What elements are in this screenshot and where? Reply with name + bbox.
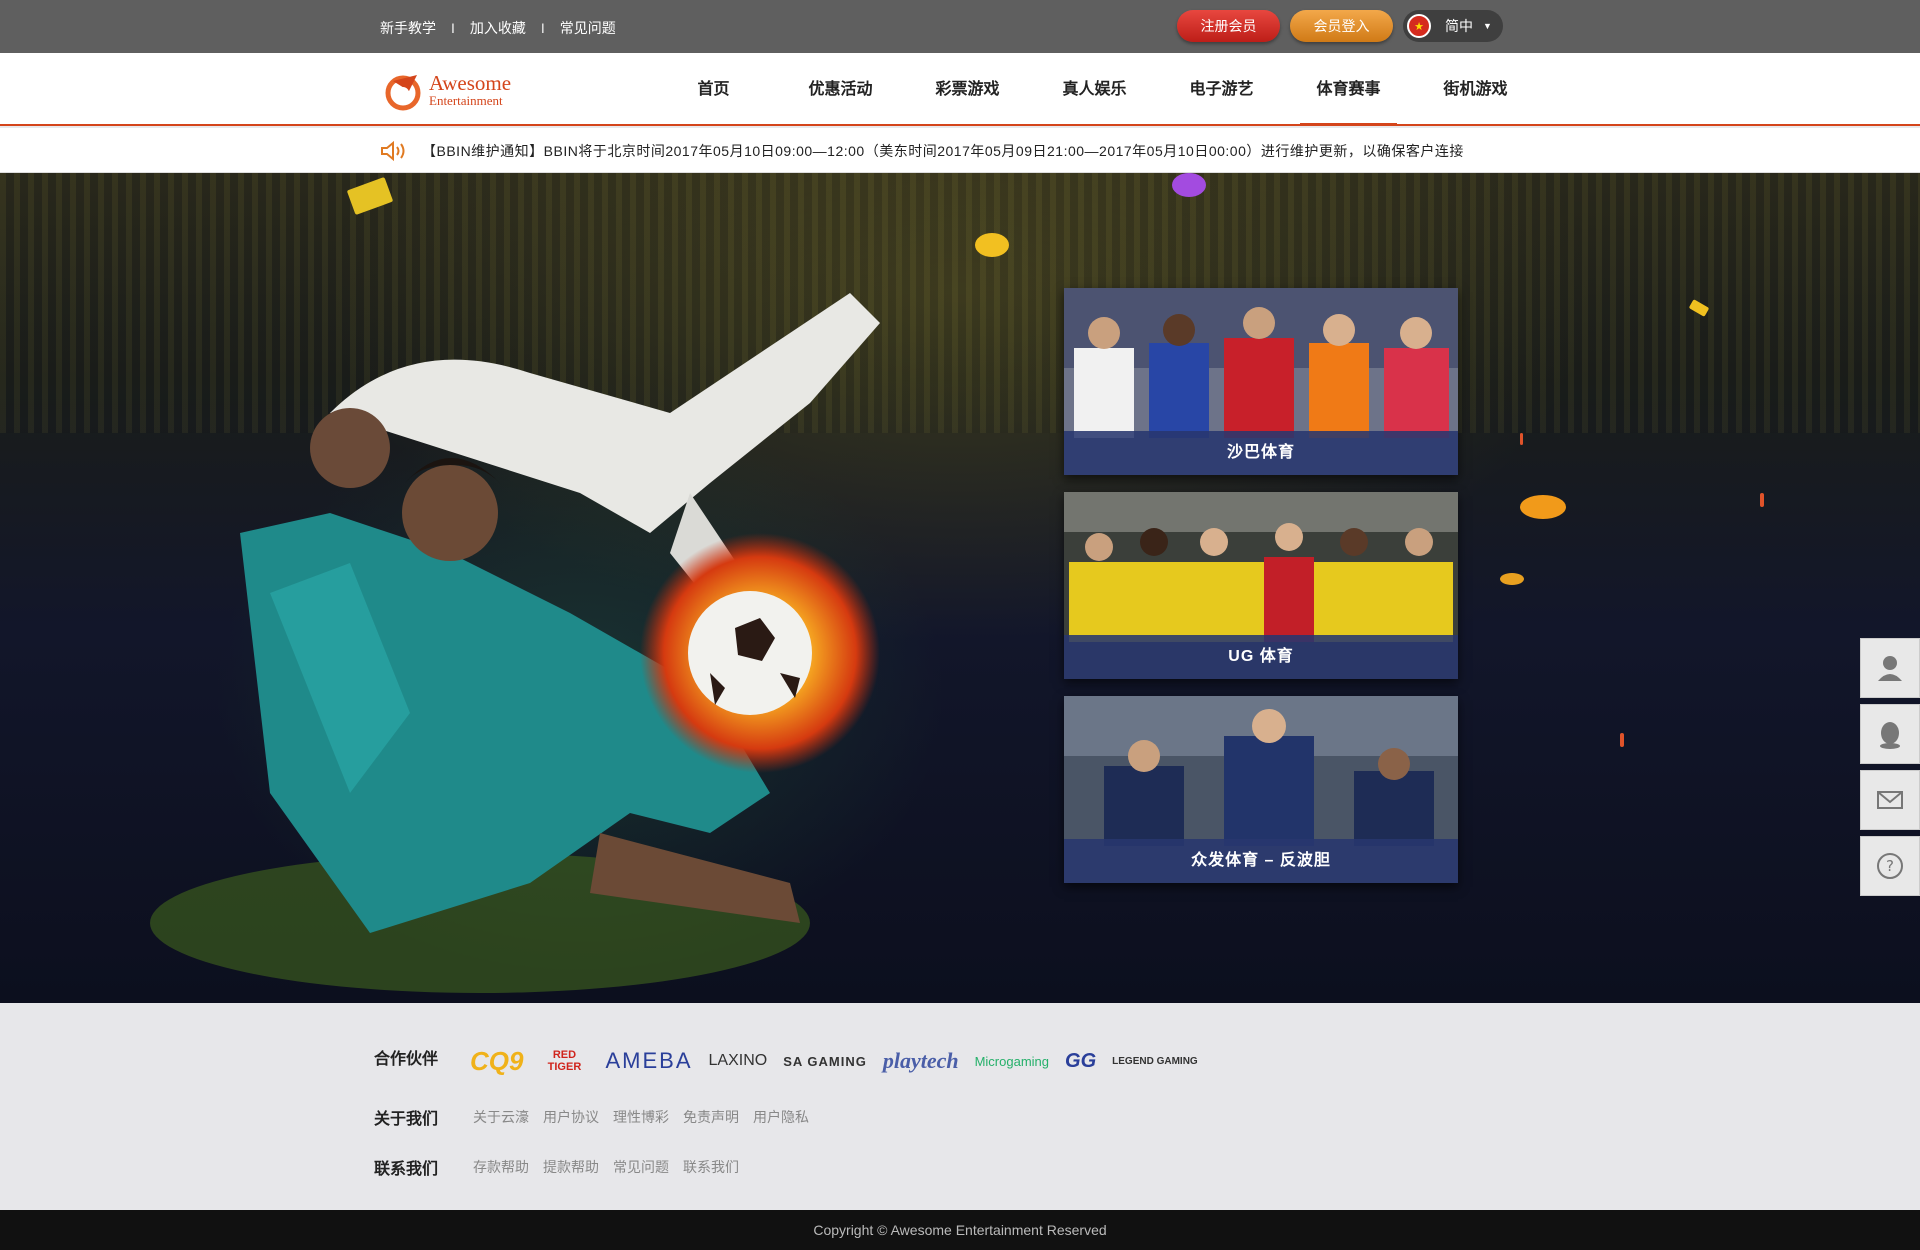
contact-links: 存款帮助 提款帮助 常见问题 联系我们 (473, 1157, 753, 1177)
logo-text-line2: Entertainment (429, 93, 503, 108)
provider-card-label: 沙巴体育 (1064, 431, 1458, 475)
svg-text:?: ? (1886, 857, 1894, 875)
partner-logo-microgaming[interactable]: Microgaming (975, 1054, 1049, 1069)
ember-decoration (1520, 433, 1523, 445)
footer-link-contact[interactable]: 联系我们 (683, 1157, 739, 1177)
soccer-players-illustration (150, 293, 880, 993)
footer-link-withdraw-help[interactable]: 提款帮助 (543, 1157, 599, 1177)
partner-logo-cq9[interactable]: CQ9 (470, 1046, 523, 1077)
about-links: 关于云濠 用户协议 理性博彩 免责声明 用户隐私 (473, 1107, 823, 1127)
footer-link-faq[interactable]: 常见问题 (613, 1157, 669, 1177)
provider-card-label: UG 体育 (1064, 635, 1458, 679)
provider-card-saba[interactable]: 沙巴体育 (1064, 288, 1458, 475)
partner-logo-playtech[interactable]: playtech (883, 1048, 959, 1074)
provider-card-ug[interactable]: UG 体育 (1064, 492, 1458, 679)
logo[interactable]: Awesome Entertainment (383, 69, 511, 111)
footer-link-responsible-gaming[interactable]: 理性博彩 (613, 1107, 669, 1127)
china-flag-icon: ★ (1407, 14, 1431, 38)
customer-service-button[interactable] (1860, 638, 1920, 698)
sports-provider-cards: 沙巴体育 UG 体育 众发体育 – 反波胆 (1064, 288, 1458, 900)
footer: 合作伙伴 CQ9 RED TIGER AMEBA LAXINO SA GAMIN… (0, 1003, 1920, 1210)
login-button[interactable]: 会员登入 (1290, 10, 1393, 42)
chevron-down-icon: ▼ (1483, 21, 1492, 31)
nav-item-promotions[interactable]: 优惠活动 (777, 53, 904, 126)
footer-link-privacy[interactable]: 用户隐私 (753, 1107, 809, 1127)
partners-label: 合作伙伴 (374, 1051, 439, 1068)
ember-decoration (1620, 733, 1624, 747)
top-link-separator: I (451, 20, 455, 36)
logo-icon (385, 75, 421, 111)
coin-decoration (1500, 573, 1524, 585)
partner-logo-red-tiger[interactable]: RED TIGER (539, 1049, 589, 1073)
top-link-faq[interactable]: 常见问题 (560, 18, 616, 38)
partner-logo-sa-gaming[interactable]: SA GAMING (783, 1054, 867, 1069)
main-header: Awesome Entertainment 首页 优惠活动 彩票游戏 真人娱乐 … (0, 53, 1920, 126)
ember-decoration (1760, 493, 1764, 507)
footer-link-about[interactable]: 关于云濠 (473, 1107, 529, 1127)
about-label: 关于我们 (374, 1111, 439, 1128)
nav-item-home[interactable]: 首页 (650, 53, 777, 126)
speaker-icon (381, 140, 405, 162)
nav-item-slots[interactable]: 电子游艺 (1158, 53, 1285, 126)
hero-banner: 沙巴体育 UG 体育 众发体育 – 反波胆 (0, 173, 1920, 1003)
qq-icon (1880, 722, 1900, 749)
partner-logo-ameba[interactable]: AMEBA (605, 1048, 692, 1074)
logo-text-line1: Awesome (429, 71, 512, 95)
user-icon (1878, 656, 1902, 681)
coin-decoration (1520, 495, 1566, 519)
top-link-bookmark[interactable]: 加入收藏 (470, 18, 526, 38)
language-selector[interactable]: ★ 简中 ▼ (1403, 10, 1503, 42)
partner-logo-laxino[interactable]: LAXINO (709, 1052, 768, 1070)
copyright: Copyright © Awesome Entertainment Reserv… (0, 1210, 1920, 1250)
help-button[interactable]: ? (1860, 836, 1920, 896)
register-button[interactable]: 注册会员 (1177, 10, 1280, 42)
main-nav: 首页 优惠活动 彩票游戏 真人娱乐 电子游艺 体育赛事 街机游戏 (650, 53, 1539, 126)
side-toolbar: ? (1860, 638, 1920, 902)
partner-logos: CQ9 RED TIGER AMEBA LAXINO SA GAMING pla… (470, 1041, 1214, 1081)
partner-logo-legend-gaming[interactable]: LEGEND GAMING (1112, 1056, 1198, 1067)
nav-item-arcade[interactable]: 街机游戏 (1412, 53, 1539, 126)
nav-item-sports[interactable]: 体育赛事 (1285, 53, 1412, 126)
provider-card-label: 众发体育 – 反波胆 (1064, 839, 1458, 883)
footer-link-disclaimer[interactable]: 免责声明 (683, 1107, 739, 1127)
top-link-tutorial[interactable]: 新手教学 (380, 18, 436, 38)
footer-link-deposit-help[interactable]: 存款帮助 (473, 1157, 529, 1177)
contact-label: 联系我们 (374, 1161, 439, 1178)
nav-item-lottery[interactable]: 彩票游戏 (904, 53, 1031, 126)
mail-icon (1877, 791, 1903, 809)
footer-link-agreement[interactable]: 用户协议 (543, 1107, 599, 1127)
language-label: 简中 (1445, 18, 1473, 34)
help-icon: ? (1877, 853, 1903, 879)
partner-logo-gg[interactable]: GG (1065, 1050, 1096, 1073)
top-links: 新手教学 I 加入收藏 I 常见问题 (380, 18, 616, 38)
confetti-decoration (1172, 173, 1206, 197)
top-bar: 新手教学 I 加入收藏 I 常见问题 注册会员 会员登入 ★ 简中 ▼ (0, 0, 1920, 53)
provider-card-zhongfa[interactable]: 众发体育 – 反波胆 (1064, 696, 1458, 883)
mail-button[interactable] (1860, 770, 1920, 830)
notice-bar: 【BBIN维护通知】BBIN将于北京时间2017年05月10日09:00—12:… (0, 128, 1920, 173)
qq-button[interactable] (1860, 704, 1920, 764)
notice-text[interactable]: 【BBIN维护通知】BBIN将于北京时间2017年05月10日09:00—12:… (422, 141, 1546, 161)
nav-item-live-casino[interactable]: 真人娱乐 (1031, 53, 1158, 126)
top-link-separator: I (540, 20, 545, 36)
